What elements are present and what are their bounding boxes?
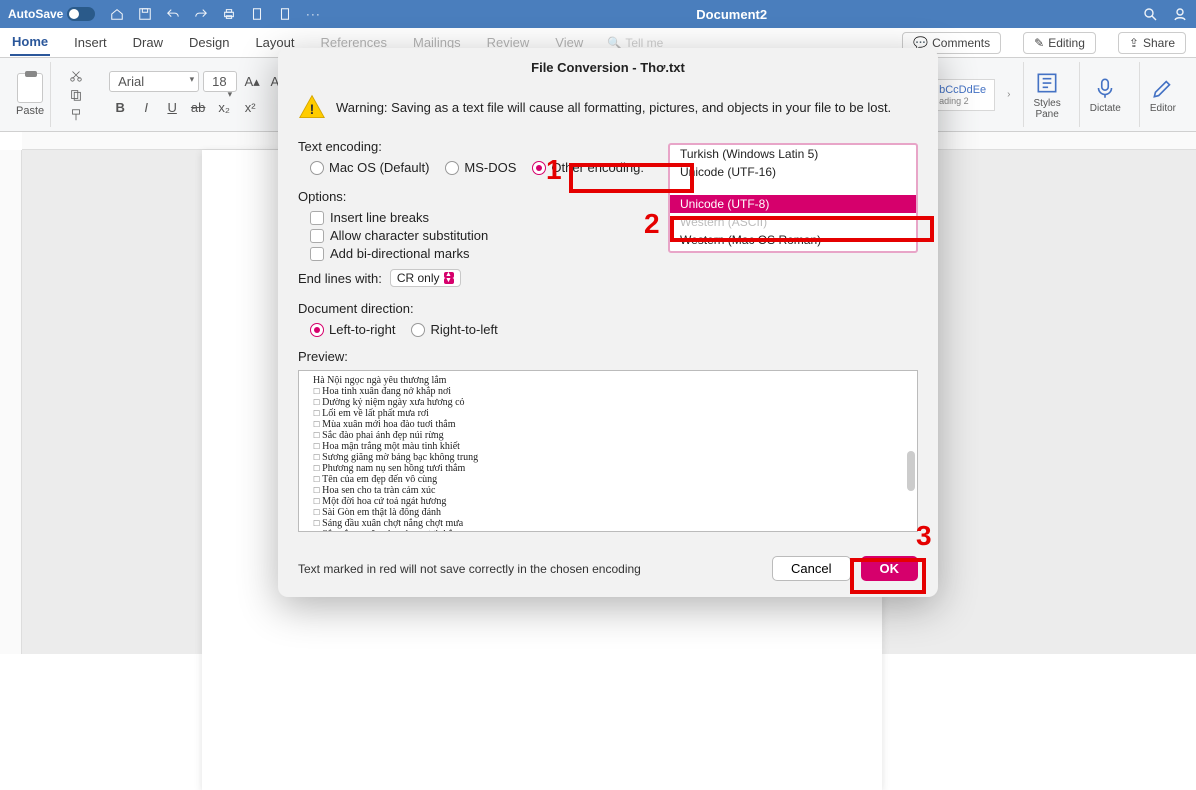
superscript-button[interactable]: x² bbox=[239, 97, 261, 119]
preview-line: Sương giăng mờ bảng bạc không trung bbox=[313, 452, 903, 463]
size-select[interactable]: 18 bbox=[203, 71, 237, 92]
ruler-vertical bbox=[0, 150, 22, 654]
preview-line: Hoa sen cho ta tràn cảm xúc bbox=[313, 485, 903, 496]
preview-line: Tên của em đẹp đến vô cùng bbox=[313, 474, 903, 485]
paste-group[interactable]: Paste bbox=[10, 62, 51, 127]
increase-font-icon[interactable]: A▴ bbox=[241, 71, 263, 93]
list-item[interactable]: Unicode (UTF-16) bbox=[670, 163, 916, 181]
underline-button[interactable]: U bbox=[161, 97, 183, 119]
doc2-icon[interactable] bbox=[277, 6, 293, 22]
chevron-icon[interactable]: › bbox=[1003, 89, 1014, 100]
preview-line: Lối em về lất phất mưa rơi bbox=[313, 408, 903, 419]
preview-line: Một đời hoa cứ toả ngát hương bbox=[313, 496, 903, 507]
preview-label: Preview: bbox=[298, 349, 918, 364]
ok-button[interactable]: OK bbox=[861, 556, 919, 581]
preview-line: Sài Gòn em thật là đông đảnh bbox=[313, 507, 903, 518]
footer-note: Text marked in red will not save correct… bbox=[298, 562, 762, 576]
cut-icon[interactable] bbox=[69, 68, 83, 82]
paste-icon bbox=[17, 73, 43, 103]
preview-line: Phương nam nụ sen hồng tươi thắm bbox=[313, 463, 903, 474]
radio-rtl[interactable]: Right-to-left bbox=[411, 322, 497, 337]
cancel-button[interactable]: Cancel bbox=[772, 556, 850, 581]
tab-draw[interactable]: Draw bbox=[131, 30, 165, 55]
preview-line: Hoa mận trắng một màu tinh khiết bbox=[313, 441, 903, 452]
editing-button[interactable]: ✎ Editing bbox=[1023, 32, 1096, 54]
text-encoding-label: Text encoding: bbox=[298, 139, 648, 154]
warning-icon: ! bbox=[298, 93, 326, 121]
file-conversion-dialog: File Conversion - Thơ.txt ! Warning: Sav… bbox=[278, 48, 938, 597]
dictate-button[interactable]: Dictate bbox=[1079, 62, 1131, 127]
check-insert-line-breaks[interactable]: Insert line breaks bbox=[310, 210, 648, 225]
end-lines-label: End lines with: bbox=[298, 271, 382, 286]
options-label: Options: bbox=[298, 189, 648, 204]
annotation-number-3: 3 bbox=[916, 520, 932, 552]
font-select[interactable]: Arial bbox=[109, 71, 199, 92]
encoding-listbox[interactable]: Turkish (Windows Latin 5) Unicode (UTF-1… bbox=[668, 143, 918, 253]
document-title: Document2 bbox=[321, 7, 1142, 22]
preview-line: Sắc đào phai ánh đẹp núi rừng bbox=[313, 430, 903, 441]
list-item[interactable]: Western (ASCII) bbox=[670, 213, 916, 231]
format-painter-icon[interactable] bbox=[69, 108, 83, 122]
paste-label: Paste bbox=[16, 105, 44, 117]
annotation-number-2: 2 bbox=[644, 208, 660, 240]
undo-icon[interactable] bbox=[165, 6, 181, 22]
save-icon[interactable] bbox=[137, 6, 153, 22]
autosave-label: AutoSave bbox=[8, 7, 63, 21]
list-item-selected[interactable]: Unicode (UTF-8) bbox=[670, 195, 916, 213]
list-item[interactable] bbox=[670, 181, 916, 195]
doc-icon[interactable] bbox=[249, 6, 265, 22]
preview-line: Hoa tinh xuân đang nở khắp nơi bbox=[313, 386, 903, 397]
search-icon[interactable] bbox=[1142, 6, 1158, 22]
copy-icon[interactable] bbox=[69, 88, 83, 102]
list-item[interactable]: Turkish (Windows Latin 5) bbox=[670, 145, 916, 163]
editor-button[interactable]: Editor bbox=[1139, 62, 1186, 127]
preview-box: Hà Nội ngọc ngà yêu thương lắmHoa tinh x… bbox=[298, 370, 918, 532]
autosave-toggle[interactable]: AutoSave bbox=[8, 7, 95, 21]
scrollbar-thumb[interactable] bbox=[907, 451, 915, 491]
titlebar: AutoSave ··· Document2 bbox=[0, 0, 1196, 28]
dialog-title: File Conversion - Thơ.txt bbox=[278, 48, 938, 85]
tab-home[interactable]: Home bbox=[10, 29, 50, 56]
preview-line: Dường kỷ niệm ngày xưa hương cỏ bbox=[313, 397, 903, 408]
preview-line: Sắc nắng xuân nhẹ vàng tươi thắm bbox=[313, 529, 903, 532]
tab-design[interactable]: Design bbox=[187, 30, 231, 55]
radio-macos[interactable]: Mac OS (Default) bbox=[310, 160, 429, 175]
styles-pane-button[interactable]: Styles Pane bbox=[1023, 62, 1071, 127]
bold-button[interactable]: B bbox=[109, 97, 131, 119]
preview-line: Sáng đầu xuân chợt nắng chợt mưa bbox=[313, 518, 903, 529]
strike-button[interactable]: ab bbox=[187, 97, 209, 119]
doc-direction-label: Document direction: bbox=[298, 301, 648, 316]
share-button[interactable]: ⇪ Share bbox=[1118, 32, 1186, 54]
print-icon[interactable] bbox=[221, 6, 237, 22]
check-add-bidi[interactable]: Add bi-directional marks bbox=[310, 246, 648, 261]
tab-insert[interactable]: Insert bbox=[72, 30, 109, 55]
home-icon[interactable] bbox=[109, 6, 125, 22]
check-allow-char-sub[interactable]: Allow character substitution bbox=[310, 228, 648, 243]
radio-ltr[interactable]: Left-to-right bbox=[310, 322, 395, 337]
preview-line: Hà Nội ngọc ngà yêu thương lắm bbox=[313, 375, 903, 386]
list-item[interactable]: Western (Mac OS Roman) bbox=[670, 231, 916, 249]
redo-icon[interactable] bbox=[193, 6, 209, 22]
toggle-switch[interactable] bbox=[67, 7, 95, 21]
annotation-number-1: 1 bbox=[546, 154, 562, 186]
preview-line: Mùa xuân mới hoa đào tuơi thắm bbox=[313, 419, 903, 430]
svg-text:!: ! bbox=[310, 101, 315, 117]
warning-text: Warning: Saving as a text file will caus… bbox=[336, 100, 891, 115]
end-lines-select[interactable]: CR only ▲▼ bbox=[390, 269, 461, 287]
account-icon[interactable] bbox=[1172, 6, 1188, 22]
more-icon[interactable]: ··· bbox=[305, 6, 321, 22]
radio-msdos[interactable]: MS-DOS bbox=[445, 160, 516, 175]
style-preview[interactable]: bCcDdEe ading 2 bbox=[930, 79, 995, 111]
italic-button[interactable]: I bbox=[135, 97, 157, 119]
